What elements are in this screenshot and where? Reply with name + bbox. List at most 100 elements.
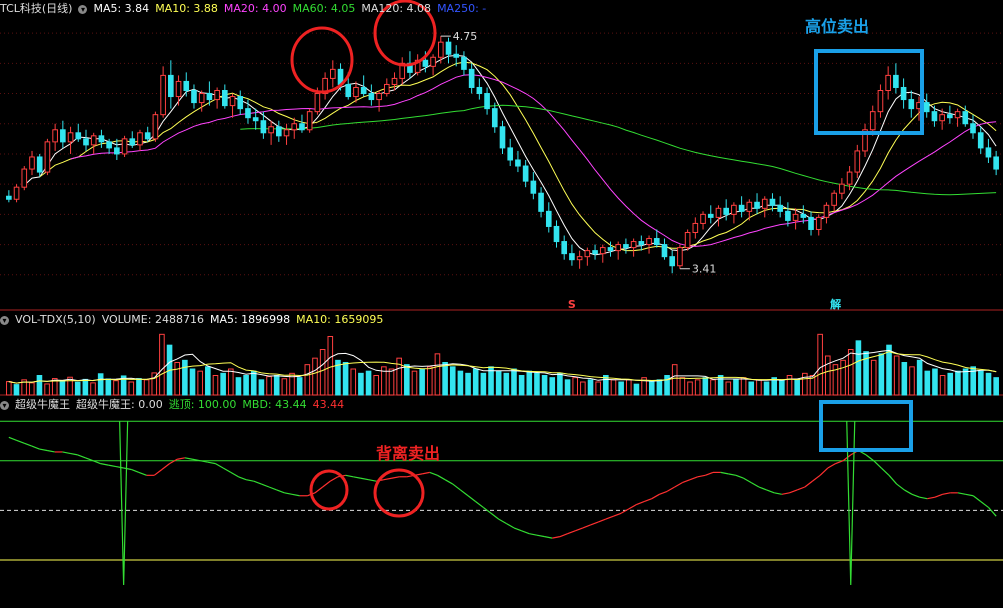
- volume-bar: [725, 381, 732, 396]
- candle: [653, 238, 660, 246]
- indicator-line-segment: [207, 461, 216, 465]
- indicator-line-segment: [804, 480, 813, 488]
- volume-bar: [962, 368, 969, 396]
- indicator-line-segment: [452, 483, 461, 491]
- volume-bar: [220, 372, 226, 396]
- indicator-line-segment: [674, 482, 683, 488]
- volume-bar: [511, 368, 517, 396]
- volume-bar: [182, 359, 188, 396]
- candle: [638, 241, 645, 246]
- indicator-line-segment: [620, 508, 630, 514]
- candle: [754, 201, 760, 209]
- candle: [507, 147, 514, 161]
- candle: [152, 114, 159, 140]
- candle: [800, 213, 807, 218]
- price-ma10-label: MA10: 3.88: [155, 2, 218, 15]
- divergence-sell-annotation: 背离卖出: [376, 444, 441, 463]
- indicator-line-segment: [230, 471, 239, 478]
- volume-bar: [824, 355, 831, 396]
- volume-bar: [587, 379, 594, 396]
- volume-ma5-label: MA5: 1896998: [209, 313, 291, 326]
- volume-bar: [358, 372, 364, 396]
- candle: [229, 96, 236, 107]
- candle: [314, 93, 321, 113]
- candle: [206, 93, 213, 101]
- volume-bar: [909, 366, 915, 396]
- volume-bar: [388, 368, 395, 396]
- volume-title[interactable]: VOL-TDX(5,10): [15, 313, 96, 327]
- indicator-line-segment: [697, 474, 706, 478]
- candle: [299, 123, 305, 131]
- candle: [785, 210, 791, 221]
- indicator-line-segment: [597, 518, 607, 523]
- indicator-line-segment: [521, 530, 530, 535]
- candle: [761, 198, 768, 209]
- indicator-line-segment: [467, 495, 477, 503]
- volume-bar: [786, 375, 793, 396]
- volume-bar: [442, 362, 448, 396]
- volume-bar: [794, 379, 800, 396]
- candle: [792, 213, 799, 221]
- dropdown-circle-icon[interactable]: ▾: [0, 315, 9, 325]
- indicator-panel-header: ▾ 超级牛魔王 超级牛魔王: 0.00 逃顶: 100.00 MBD: 43.4…: [0, 398, 344, 412]
- indicator-line-segment: [666, 486, 676, 492]
- candle: [530, 180, 537, 194]
- indicator-line-segment: [781, 492, 790, 495]
- volume-bar: [258, 379, 265, 396]
- volume-bar: [342, 362, 349, 396]
- volume-bar: [763, 381, 770, 396]
- indicator-line-segment: [506, 522, 515, 529]
- candle: [291, 123, 298, 131]
- volume-bar: [434, 353, 441, 396]
- price-title[interactable]: TCL科技(日线): [0, 2, 72, 16]
- candle: [268, 126, 274, 134]
- volume-bar: [802, 372, 808, 396]
- indicator-line-segment: [934, 493, 943, 498]
- candle: [6, 195, 12, 200]
- indicator-line-segment: [475, 501, 484, 508]
- indicator-line-segment: [215, 463, 224, 469]
- indicator-line-segment: [498, 518, 507, 525]
- indicator-line-segment: [222, 467, 232, 473]
- indicator-line-segment: [980, 501, 989, 508]
- indicator-line-segment: [291, 493, 300, 497]
- indicator-line-segment: [329, 476, 339, 482]
- candle: [607, 247, 614, 252]
- indicator-line-segment: [131, 468, 140, 473]
- volume-bar: [419, 368, 425, 396]
- volume-bar: [312, 357, 318, 396]
- volume-bar: [426, 366, 433, 396]
- volume-bar: [472, 368, 479, 396]
- dropdown-circle-icon[interactable]: ▾: [0, 400, 9, 410]
- candle: [144, 132, 151, 140]
- indicator-line-segment: [750, 482, 760, 488]
- volume-bar: [893, 355, 900, 396]
- indicator-line-segment: [276, 489, 285, 494]
- price-extreme-label: 3.41: [692, 263, 717, 276]
- indicator-line-segment: [682, 479, 691, 484]
- volume-bar: [717, 375, 724, 396]
- indicator-line-segment: [368, 479, 377, 482]
- candle: [368, 93, 375, 101]
- candle: [114, 147, 120, 155]
- volume-bar: [541, 375, 548, 396]
- indicator-mbd-label: MBD: 43.44: [242, 398, 307, 411]
- volume-bar: [625, 379, 632, 396]
- volume-bar: [679, 377, 686, 396]
- dropdown-circle-icon[interactable]: ▾: [78, 4, 88, 14]
- candle: [707, 213, 714, 218]
- price-panel-header: TCL科技(日线) ▾ MA5: 3.84 MA10: 3.88 MA20: 4…: [0, 2, 486, 16]
- volume-bar: [748, 381, 755, 396]
- volume-bar: [603, 375, 609, 396]
- volume-bar: [82, 378, 89, 396]
- candle: [245, 108, 251, 119]
- candle: [769, 198, 776, 206]
- candle: [453, 53, 460, 58]
- indicator-line-segment: [444, 479, 454, 485]
- indicator-title[interactable]: 超级牛魔王: [15, 398, 70, 412]
- candle: [970, 123, 976, 134]
- candle: [36, 156, 43, 173]
- volume-bar: [756, 379, 762, 396]
- indicator-line-segment: [559, 533, 568, 538]
- candle: [160, 74, 166, 116]
